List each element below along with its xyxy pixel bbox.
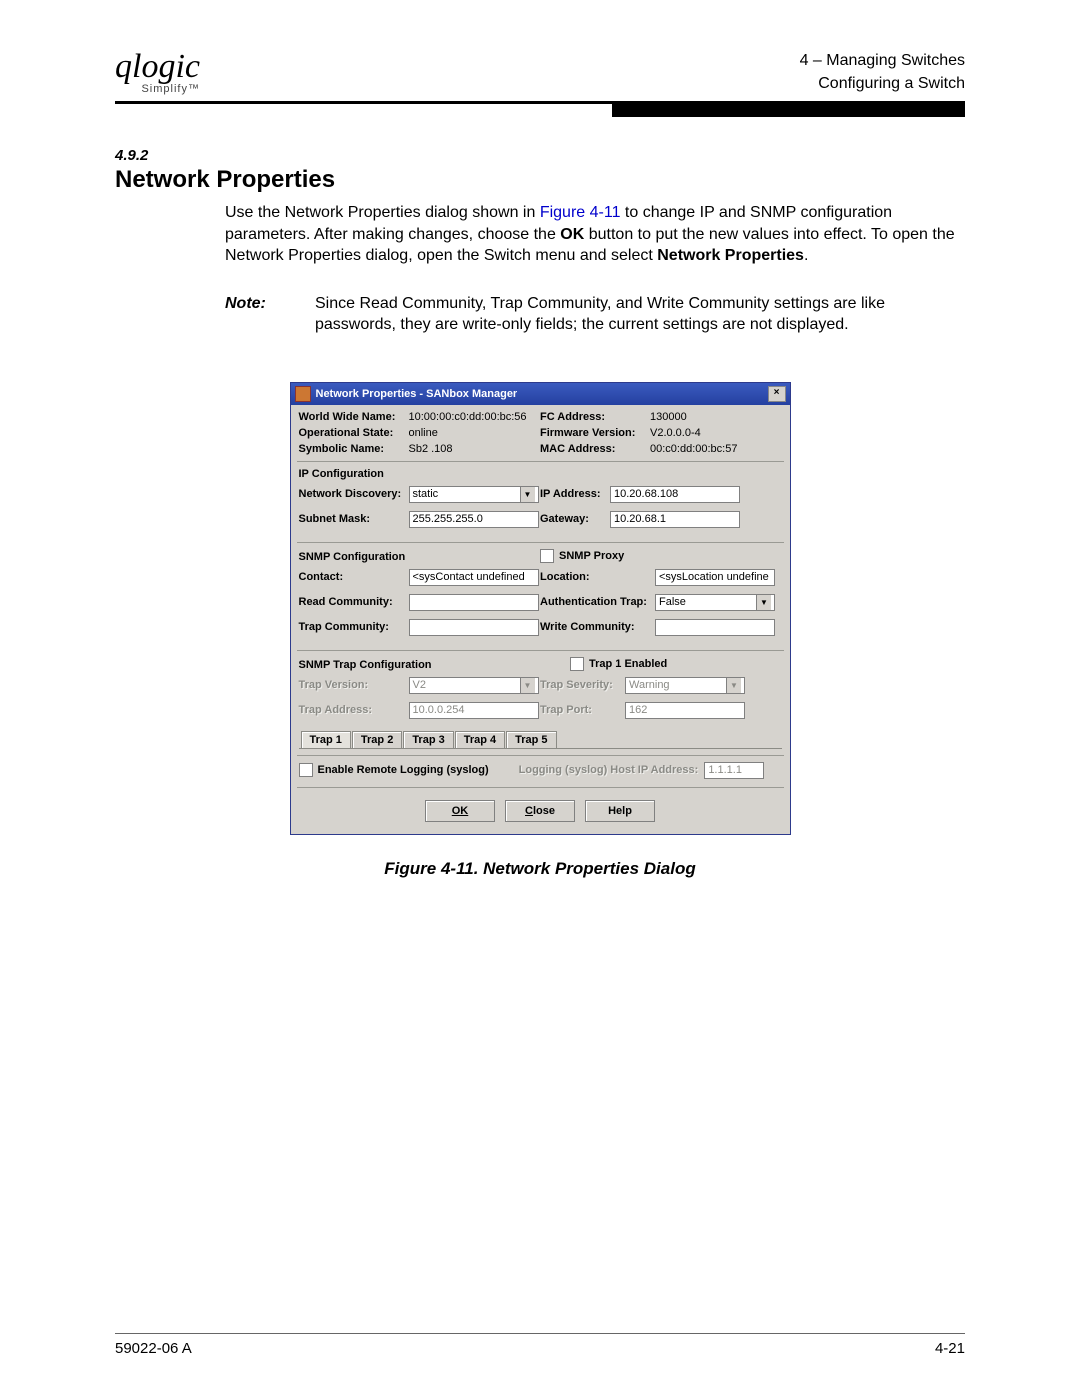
tab-trap-2[interactable]: Trap 2 — [352, 731, 402, 748]
gateway-label: Gateway: — [540, 513, 610, 525]
checkbox-icon — [540, 549, 554, 563]
subnet-mask-input[interactable] — [409, 511, 539, 528]
mac-label: MAC Address: — [540, 443, 650, 455]
logo: qlogic Simplify™ — [115, 50, 200, 95]
auth-trap-combo[interactable]: False▼ — [655, 594, 775, 611]
snmp-proxy-checkbox[interactable]: SNMP Proxy — [540, 549, 782, 563]
chapter-title: 4 – Managing Switches — [800, 50, 965, 72]
dialog-title: Network Properties - SANbox Manager — [316, 388, 518, 400]
help-button[interactable]: Help — [585, 800, 655, 822]
network-properties-dialog: Network Properties - SANbox Manager × Wo… — [290, 382, 791, 835]
network-discovery-combo[interactable]: static▼ — [409, 486, 539, 503]
checkbox-icon — [570, 657, 584, 671]
trap-version-combo: V2▼ — [409, 677, 539, 694]
opstate-value: online — [409, 427, 438, 439]
trap-port-input — [625, 702, 745, 719]
section-number: 4.9.2 — [115, 147, 965, 164]
auth-trap-label: Authentication Trap: — [540, 596, 655, 608]
tab-trap-3[interactable]: Trap 3 — [403, 731, 453, 748]
trap-tabs: Trap 1 Trap 2 Trap 3 Trap 4 Trap 5 — [299, 731, 782, 749]
trap-version-label: Trap Version: — [299, 679, 409, 691]
page-header: qlogic Simplify™ 4 – Managing Switches C… — [115, 50, 965, 104]
gateway-input[interactable] — [610, 511, 740, 528]
ip-address-label: IP Address: — [540, 488, 610, 500]
ip-address-input[interactable] — [610, 486, 740, 503]
header-right: 4 – Managing Switches Configuring a Swit… — [800, 50, 965, 95]
section-heading: Network Properties — [115, 166, 965, 194]
tab-trap-4[interactable]: Trap 4 — [455, 731, 505, 748]
close-icon[interactable]: × — [768, 386, 786, 402]
fc-label: FC Address: — [540, 411, 650, 423]
titlebar[interactable]: Network Properties - SANbox Manager × — [291, 383, 790, 405]
chevron-down-icon: ▼ — [520, 487, 535, 502]
logging-host-label: Logging (syslog) Host IP Address: — [519, 764, 699, 776]
write-community-input[interactable] — [655, 619, 775, 636]
note-text: Since Read Community, Trap Community, an… — [315, 293, 965, 336]
enable-remote-logging-checkbox[interactable]: Enable Remote Logging (syslog) — [299, 763, 489, 777]
location-input[interactable] — [655, 569, 775, 586]
sym-label: Symbolic Name: — [299, 443, 409, 455]
trap-community-label: Trap Community: — [299, 621, 409, 633]
read-community-input[interactable] — [409, 594, 539, 611]
snmp-section-title: SNMP Configuration — [299, 551, 541, 563]
location-label: Location: — [540, 571, 655, 583]
ok-button[interactable]: OK — [425, 800, 495, 822]
chevron-down-icon: ▼ — [726, 678, 741, 693]
chevron-down-icon: ▼ — [520, 678, 535, 693]
section-title-hdr: Configuring a Switch — [800, 73, 965, 95]
trap-port-label: Trap Port: — [540, 704, 625, 716]
fc-value: 130000 — [650, 411, 687, 423]
ip-section-title: IP Configuration — [299, 468, 782, 480]
doc-number: 59022-06 A — [115, 1340, 192, 1357]
app-icon — [295, 386, 311, 402]
tab-trap-5[interactable]: Trap 5 — [506, 731, 556, 748]
note-block: Note: Since Read Community, Trap Communi… — [225, 293, 965, 336]
subnet-mask-label: Subnet Mask: — [299, 513, 409, 525]
fw-label: Firmware Version: — [540, 427, 650, 439]
tab-trap-1[interactable]: Trap 1 — [301, 731, 351, 748]
trap-enabled-checkbox[interactable]: Trap 1 Enabled — [570, 657, 782, 671]
sym-value: Sb2 .108 — [409, 443, 453, 455]
checkbox-icon — [299, 763, 313, 777]
trap-severity-label: Trap Severity: — [540, 679, 625, 691]
opstate-label: Operational State: — [299, 427, 409, 439]
fw-value: V2.0.0.0-4 — [650, 427, 701, 439]
contact-label: Contact: — [299, 571, 409, 583]
figure-link[interactable]: Figure 4-11 — [540, 204, 621, 221]
chevron-down-icon: ▼ — [756, 595, 771, 610]
trap-section-title: SNMP Trap Configuration — [299, 659, 541, 671]
note-label: Note: — [225, 293, 315, 336]
body-paragraph: Use the Network Properties dialog shown … — [225, 202, 965, 267]
figure-caption: Figure 4-11. Network Properties Dialog — [115, 859, 965, 879]
logo-tagline: Simplify™ — [115, 84, 200, 95]
wwn-value: 10:00:00:c0:dd:00:bc:56 — [409, 411, 527, 423]
page-number: 4-21 — [935, 1340, 965, 1357]
close-button[interactable]: Close — [505, 800, 575, 822]
logging-host-input — [704, 762, 764, 779]
write-community-label: Write Community: — [540, 621, 655, 633]
header-bar — [612, 103, 965, 117]
mac-value: 00:c0:dd:00:bc:57 — [650, 443, 737, 455]
network-discovery-label: Network Discovery: — [299, 488, 409, 500]
logo-text: qlogic — [115, 48, 200, 85]
trap-community-input[interactable] — [409, 619, 539, 636]
trap-severity-combo: Warning▼ — [625, 677, 745, 694]
read-community-label: Read Community: — [299, 596, 409, 608]
wwn-label: World Wide Name: — [299, 411, 409, 423]
trap-address-label: Trap Address: — [299, 704, 409, 716]
trap-address-input — [409, 702, 539, 719]
contact-input[interactable] — [409, 569, 539, 586]
page-footer: 59022-06 A 4-21 — [115, 1333, 965, 1357]
